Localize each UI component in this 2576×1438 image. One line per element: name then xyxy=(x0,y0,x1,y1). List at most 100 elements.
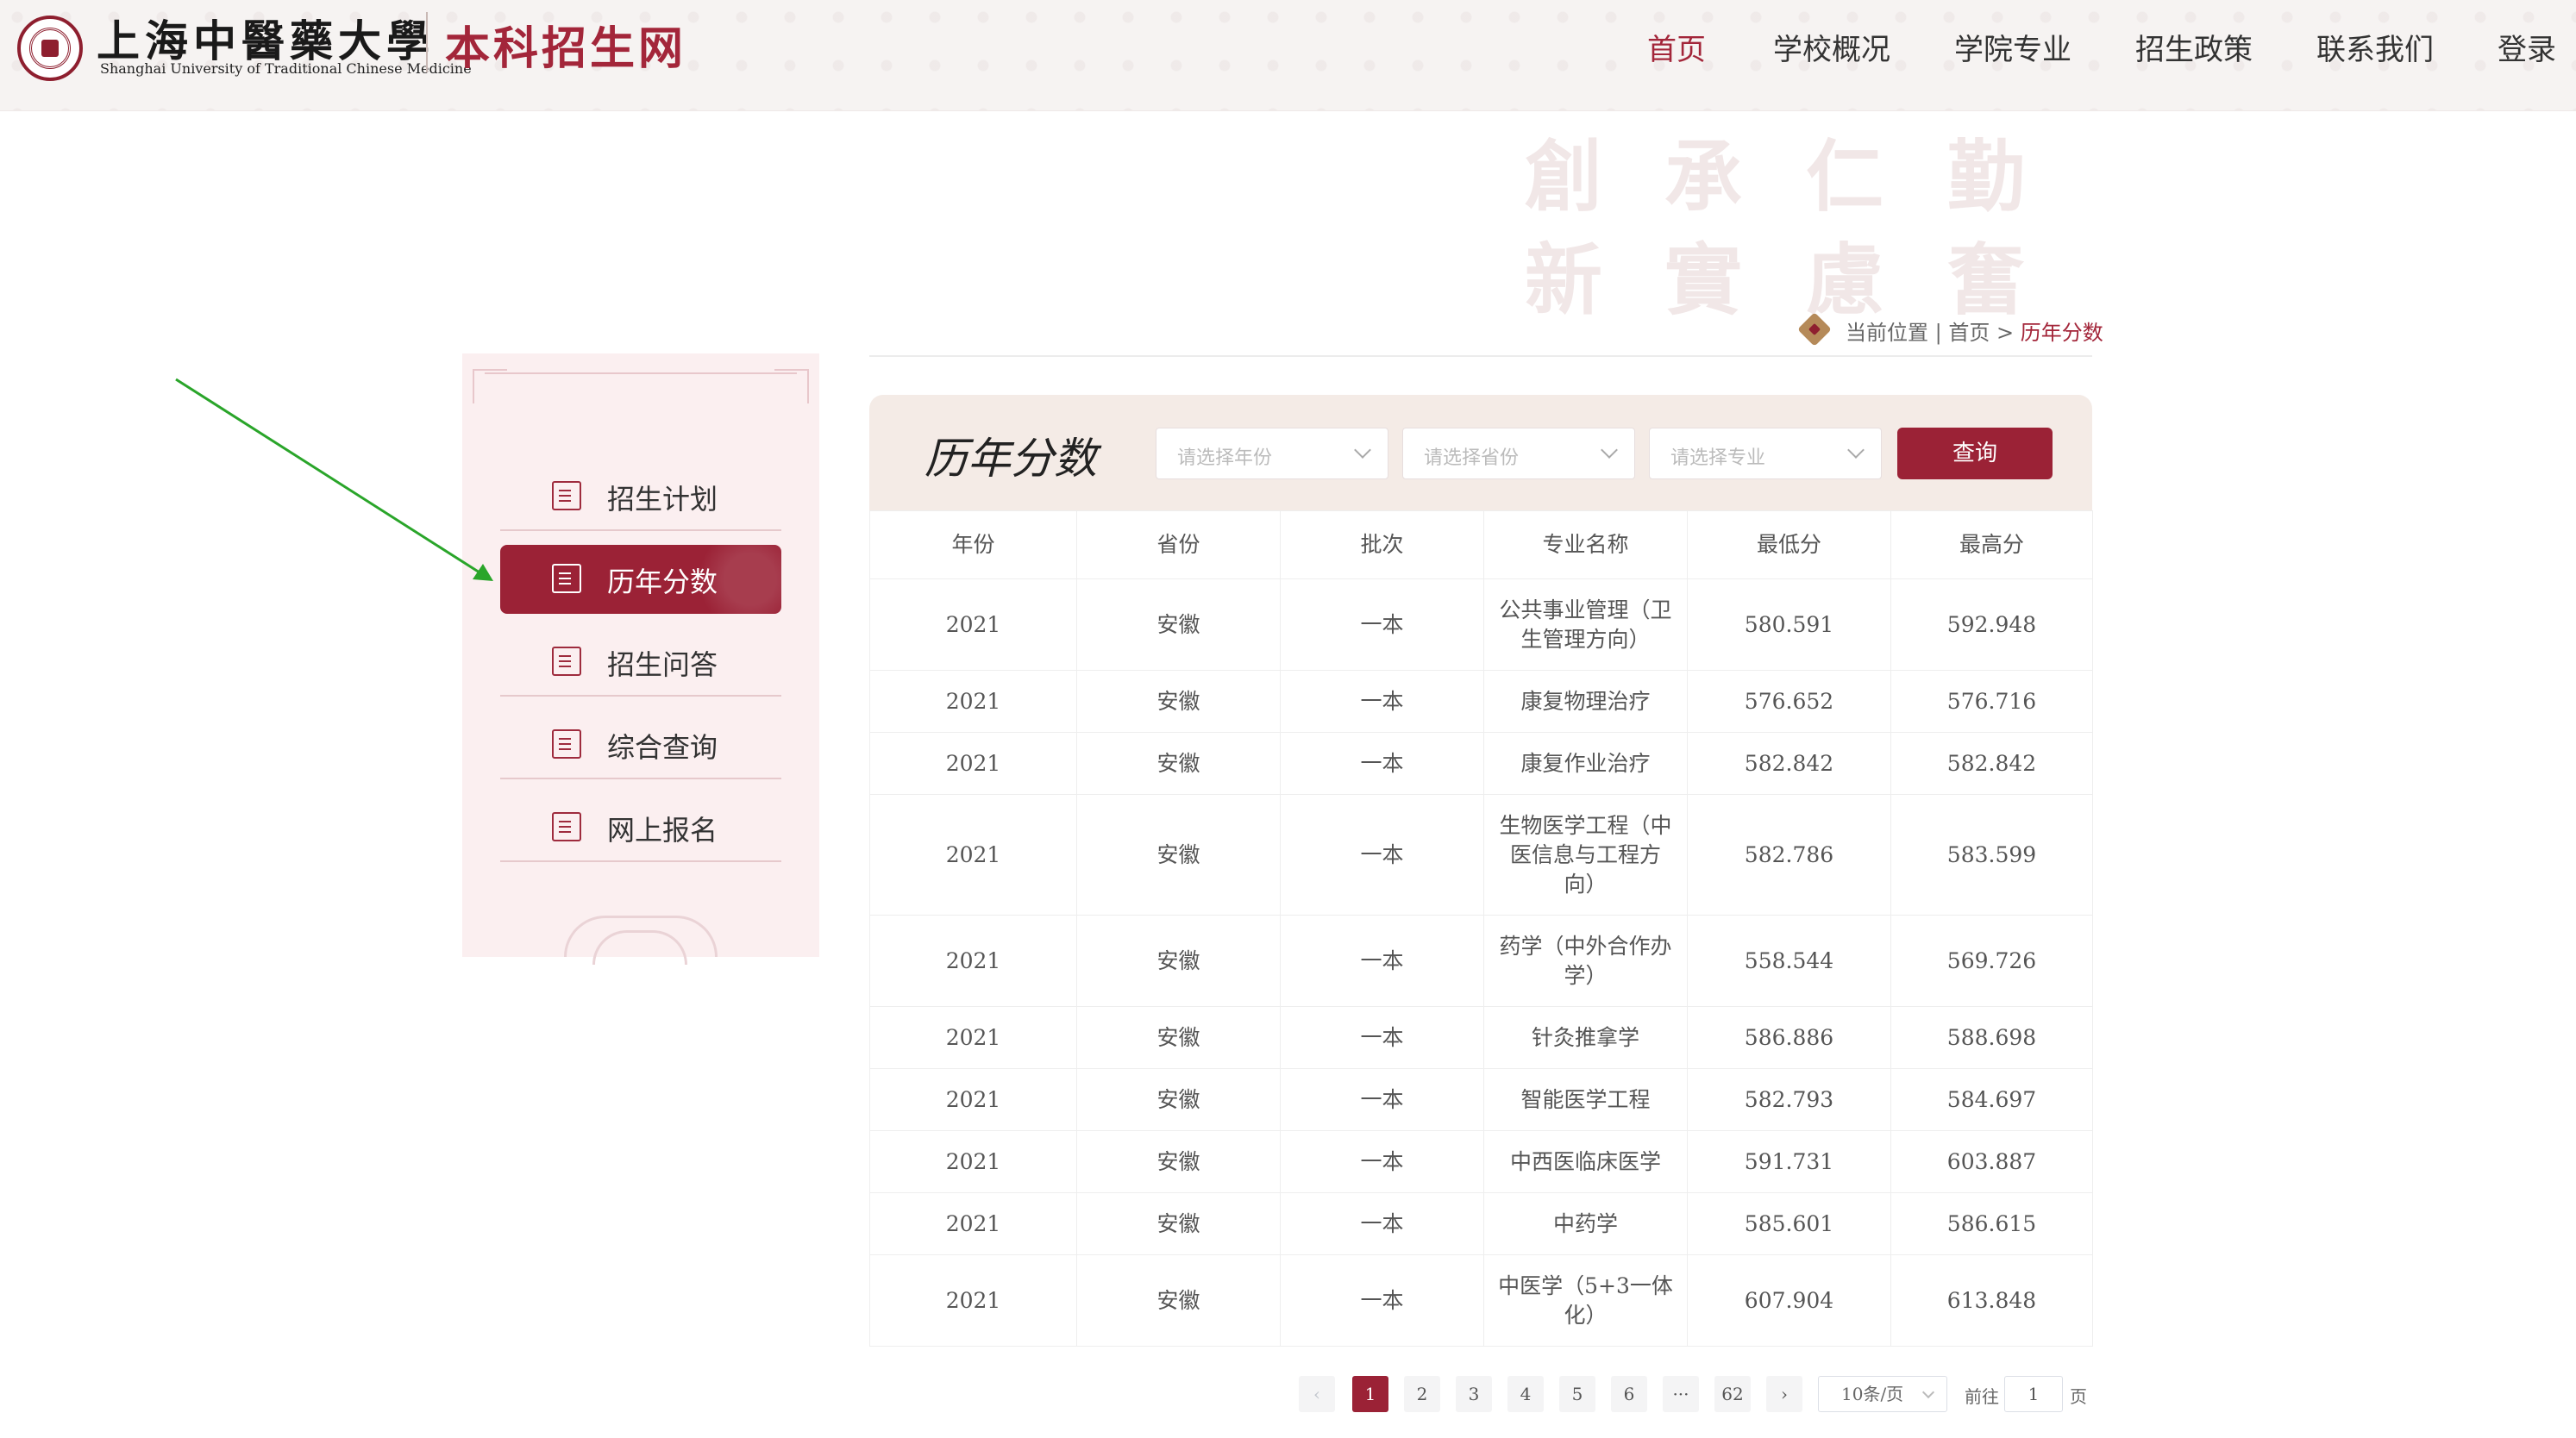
site-header: 上海中醫藥大學 Shanghai University of Tradition… xyxy=(0,0,2576,111)
nav-item-about[interactable]: 学校概况 xyxy=(1773,26,1890,68)
score-table: 年份 省份 批次 专业名称 最低分 最高分 2021 安徽 一本 公共事业管理（… xyxy=(869,510,2093,1347)
query-button[interactable]: 查询 xyxy=(1897,428,2053,479)
sidebar-item-label: 网上报名 xyxy=(607,814,718,847)
cell-year: 2021 xyxy=(869,578,1077,671)
cell-year: 2021 xyxy=(869,915,1077,1007)
year-select-placeholder: 请选择年份 xyxy=(1177,447,1273,469)
cell-min-score: 576.652 xyxy=(1687,670,1891,733)
online-signup-icon xyxy=(552,812,581,841)
cell-province: 安徽 xyxy=(1076,915,1281,1007)
year-select[interactable]: 请选择年份 xyxy=(1156,428,1388,479)
goto-label: 前往 xyxy=(1965,1386,1999,1407)
sidebar-item-label: 招生问答 xyxy=(607,648,718,681)
cell-year: 2021 xyxy=(869,1006,1077,1069)
enrollment-plan-icon xyxy=(552,481,581,510)
cell-batch: 一本 xyxy=(1280,794,1484,916)
cell-min-score: 586.886 xyxy=(1687,1006,1891,1069)
nav-item-colleges[interactable]: 学院专业 xyxy=(1954,26,2071,68)
cell-major: 智能医学工程 xyxy=(1483,1068,1688,1131)
cell-year: 2021 xyxy=(869,670,1077,733)
cell-min-score: 580.591 xyxy=(1687,578,1891,671)
sidebar-item-score-history[interactable]: 历年分数 xyxy=(500,545,781,614)
goto-page-input[interactable]: 1 xyxy=(2004,1376,2063,1412)
main-nav: 首页 学校概况 学院专业 招生政策 联系我们 登录 xyxy=(0,26,2576,69)
breadcrumb-current: 历年分数 xyxy=(2020,321,2103,345)
sidebar-item-label: 历年分数 xyxy=(607,566,718,598)
cell-major: 康复作业治疗 xyxy=(1483,732,1688,795)
prev-page-button[interactable]: ‹ xyxy=(1299,1376,1335,1412)
page-button-1[interactable]: 1 xyxy=(1352,1376,1388,1412)
table-row: 2021 安徽 一本 生物医学工程（中医信息与工程方向） 582.786 583… xyxy=(869,794,2093,916)
nav-item-contact[interactable]: 联系我们 xyxy=(2316,26,2434,68)
cell-major: 针灸推拿学 xyxy=(1483,1006,1688,1069)
pagination: ‹ 1 2 3 4 5 6 ··· 62 › 10条/页 前往 1 页 xyxy=(0,1376,2576,1419)
cell-max-score: 613.848 xyxy=(1890,1254,2093,1347)
sidebar: 招生计划 历年分数 招生问答 综合查询 网上报名 xyxy=(462,353,819,965)
page-size-value: 10条/页 xyxy=(1841,1384,1904,1404)
cell-min-score: 607.904 xyxy=(1687,1254,1891,1347)
cell-year: 2021 xyxy=(869,1192,1077,1255)
column-header-year: 年份 xyxy=(869,510,1077,579)
cell-province: 安徽 xyxy=(1076,1192,1281,1255)
cell-min-score: 591.731 xyxy=(1687,1130,1891,1193)
sidebar-item-qa[interactable]: 招生问答 xyxy=(500,628,781,697)
column-header-major: 专业名称 xyxy=(1483,510,1688,579)
breadcrumb-path[interactable]: 当前位置 | 首页 > xyxy=(1846,321,2021,345)
cell-max-score: 603.887 xyxy=(1890,1130,2093,1193)
page-button-6[interactable]: 6 xyxy=(1611,1376,1647,1412)
sidebar-item-online-signup[interactable]: 网上报名 xyxy=(500,793,781,862)
sidebar-ornament-line xyxy=(485,372,797,374)
cell-province: 安徽 xyxy=(1076,732,1281,795)
page-button-3[interactable]: 3 xyxy=(1456,1376,1492,1412)
cell-province: 安徽 xyxy=(1076,1254,1281,1347)
chevron-down-icon xyxy=(1847,441,1865,459)
page-button-5[interactable]: 5 xyxy=(1559,1376,1595,1412)
page-button-2[interactable]: 2 xyxy=(1404,1376,1440,1412)
cell-min-score: 582.793 xyxy=(1687,1068,1891,1131)
cell-min-score: 558.544 xyxy=(1687,915,1891,1007)
cell-min-score: 582.786 xyxy=(1687,794,1891,916)
qa-icon xyxy=(552,647,581,676)
page-ellipsis[interactable]: ··· xyxy=(1663,1376,1699,1412)
sidebar-item-search-query[interactable]: 综合查询 xyxy=(500,710,781,779)
cell-province: 安徽 xyxy=(1076,1006,1281,1069)
cell-year: 2021 xyxy=(869,1254,1077,1347)
province-select[interactable]: 请选择省份 xyxy=(1402,428,1635,479)
cell-major: 公共事业管理（卫生管理方向） xyxy=(1483,578,1688,671)
cell-year: 2021 xyxy=(869,1130,1077,1193)
cell-batch: 一本 xyxy=(1280,1192,1484,1255)
cell-min-score: 582.842 xyxy=(1687,732,1891,795)
page-button-4[interactable]: 4 xyxy=(1507,1376,1544,1412)
cell-batch: 一本 xyxy=(1280,1254,1484,1347)
cell-max-score: 584.697 xyxy=(1890,1068,2093,1131)
chevron-down-icon xyxy=(1921,1385,1935,1399)
table-header-row: 年份 省份 批次 专业名称 最低分 最高分 xyxy=(869,510,2093,579)
next-page-button[interactable]: › xyxy=(1766,1376,1802,1412)
nav-item-policy[interactable]: 招生政策 xyxy=(2135,26,2253,68)
province-select-placeholder: 请选择省份 xyxy=(1424,447,1520,469)
nav-item-home[interactable]: 首页 xyxy=(1647,26,1706,68)
goto-suffix: 页 xyxy=(2070,1386,2087,1407)
breadcrumb-divider xyxy=(869,355,2092,357)
page-button-last[interactable]: 62 xyxy=(1714,1376,1751,1412)
chevron-down-icon xyxy=(1601,441,1618,459)
nav-item-login[interactable]: 登录 xyxy=(2498,26,2556,68)
column-header-province: 省份 xyxy=(1076,510,1281,579)
sidebar-ornament-corner xyxy=(473,369,507,403)
major-select[interactable]: 请选择专业 xyxy=(1649,428,1882,479)
sidebar-ornament-corner xyxy=(774,369,809,403)
column-header-max-score: 最高分 xyxy=(1890,510,2093,579)
column-header-min-score: 最低分 xyxy=(1687,510,1891,579)
cell-max-score: 588.698 xyxy=(1890,1006,2093,1069)
cell-min-score: 585.601 xyxy=(1687,1192,1891,1255)
cell-province: 安徽 xyxy=(1076,578,1281,671)
sidebar-item-enrollment-plan[interactable]: 招生计划 xyxy=(500,462,781,531)
cell-batch: 一本 xyxy=(1280,915,1484,1007)
cell-batch: 一本 xyxy=(1280,1006,1484,1069)
page-size-select[interactable]: 10条/页 xyxy=(1818,1376,1947,1412)
cloud-ornament xyxy=(564,916,718,965)
cell-province: 安徽 xyxy=(1076,794,1281,916)
column-header-batch: 批次 xyxy=(1280,510,1484,579)
cell-batch: 一本 xyxy=(1280,670,1484,733)
panel-title: 历年分数 xyxy=(924,434,1097,484)
